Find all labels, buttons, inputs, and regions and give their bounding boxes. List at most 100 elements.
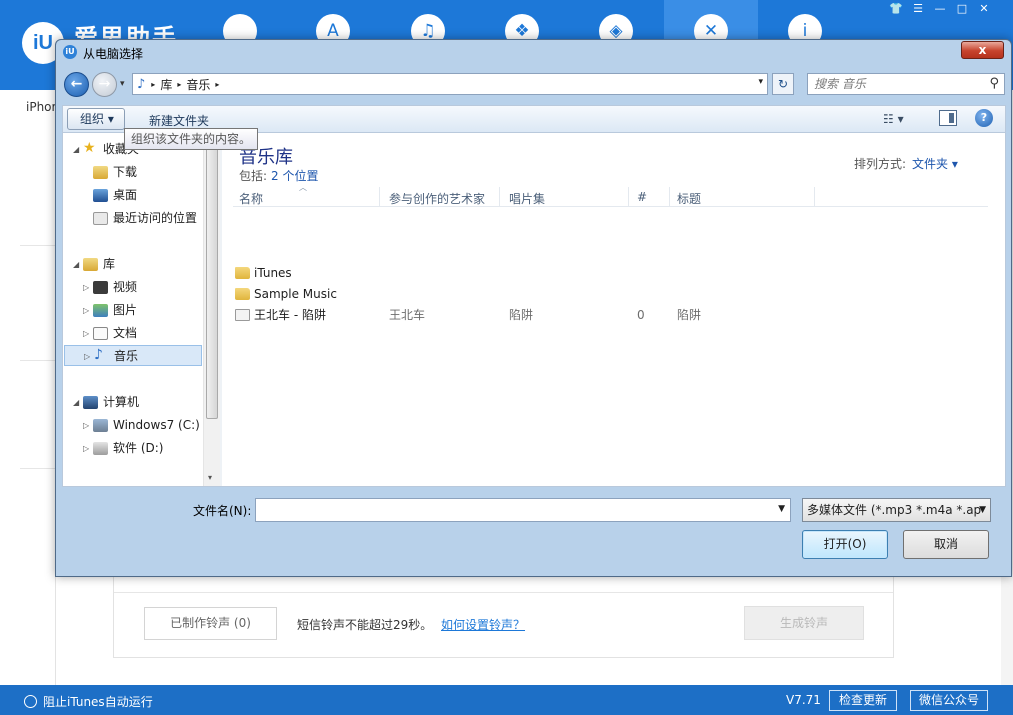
divider [20, 360, 56, 361]
filename-dropdown-icon[interactable]: ▼ [778, 504, 785, 514]
column-divider[interactable] [628, 187, 629, 207]
view-options-button[interactable]: ☷ ▾ [883, 112, 904, 126]
breadcrumb-separator-icon[interactable]: ▸ [215, 80, 219, 89]
collapsed-arrow-icon[interactable]: ▷ [83, 323, 89, 344]
recent-places-icon [93, 212, 108, 225]
collapsed-arrow-icon[interactable]: ▷ [83, 438, 89, 459]
breadcrumb-separator-icon[interactable]: ▸ [177, 80, 181, 89]
generate-ringtone-button[interactable]: 生成铃声 [744, 606, 864, 640]
drive-icon [93, 442, 108, 455]
menu-icon[interactable]: ☰ [907, 2, 929, 15]
video-icon [93, 281, 108, 294]
address-bar[interactable]: ♪ ▸ 库 ▸ 音乐 ▸ ▾ [132, 73, 768, 95]
column-artist[interactable]: 参与创作的艺术家 [389, 190, 485, 207]
scroll-thumb[interactable] [206, 147, 218, 419]
back-button[interactable]: ← [64, 72, 89, 97]
search-icon[interactable]: ⚲ [989, 76, 999, 91]
device-label[interactable]: iPhor [26, 100, 56, 114]
address-dropdown-icon[interactable]: ▾ [758, 77, 763, 87]
nav-item-desktop[interactable]: 桌面 [63, 185, 221, 206]
wechat-button[interactable]: 微信公众号 [910, 690, 988, 711]
refresh-button[interactable]: ↻ [772, 73, 794, 95]
filename-label: 文件名(N): [193, 504, 252, 518]
collapsed-arrow-icon[interactable]: ▷ [83, 277, 89, 298]
folder-icon [235, 288, 250, 300]
expanded-arrow-icon[interactable]: ◢ [73, 139, 79, 160]
breadcrumb-music[interactable]: 音乐 [186, 76, 210, 93]
forward-button[interactable]: → [92, 72, 117, 97]
block-itunes-toggle[interactable]: 阻止iTunes自动运行 [24, 693, 153, 710]
nav-item-drive-d[interactable]: ▷ 软件 (D:) [63, 438, 221, 459]
column-name[interactable]: 名称 [239, 190, 263, 207]
nav-label: Windows7 (C:) [113, 418, 200, 432]
breadcrumb-separator-icon[interactable]: ▸ [151, 80, 155, 89]
column-track[interactable]: # [637, 190, 647, 204]
howto-link[interactable]: 如何设置铃声？ [441, 616, 525, 633]
arrange-label: 排列方式: [854, 157, 907, 171]
nav-item-documents[interactable]: ▷ 文档 [63, 323, 221, 344]
collapsed-arrow-icon[interactable]: ▷ [83, 300, 89, 321]
scroll-down-icon[interactable]: ▾ [208, 473, 212, 482]
preview-pane-icon[interactable] [939, 110, 957, 126]
open-button[interactable]: 打开(O) [802, 530, 888, 559]
nav-item-computer[interactable]: ◢ 计算机 [63, 392, 221, 413]
nav-label: 音乐 [114, 349, 139, 363]
column-divider[interactable] [499, 187, 500, 207]
arrange-dropdown[interactable]: 文件夹 ▾ [912, 157, 958, 171]
nav-item-recent[interactable]: 最近访问的位置 [63, 208, 221, 229]
star-icon: ★ [83, 140, 96, 156]
file-name: Sample Music [254, 287, 337, 301]
nav-item-music[interactable]: ▷ ♪ 音乐 [64, 345, 202, 366]
column-divider[interactable] [379, 187, 380, 207]
filename-input[interactable] [256, 499, 766, 521]
close-icon[interactable]: ✕ [973, 2, 995, 15]
pane-splitter[interactable] [220, 133, 222, 486]
column-header: ︿ 名称 参与创作的艺术家 唱片集 # 标题 [233, 183, 988, 207]
nav-item-downloads[interactable]: 下载 [63, 162, 221, 183]
skin-icon[interactable]: 👕 [885, 2, 907, 15]
includes-locations-link[interactable]: 2 个位置 [271, 169, 318, 183]
filetype-select[interactable]: 多媒体文件 (*.mp3 *.m4a *.ap ▼ [802, 498, 991, 522]
breadcrumb-library[interactable]: 库 [160, 76, 172, 93]
dialog-titlebar[interactable]: iU 从电脑选择 x [56, 40, 1011, 64]
column-album[interactable]: 唱片集 [509, 190, 545, 207]
help-icon[interactable]: ? [975, 109, 993, 127]
expanded-arrow-icon[interactable]: ◢ [73, 254, 79, 275]
nav-scrollbar[interactable]: ▴ ▾ [203, 133, 220, 486]
column-divider[interactable] [669, 187, 670, 207]
history-dropdown-icon[interactable]: ▾ [120, 79, 125, 89]
made-ringtones-button[interactable]: 已制作铃声 (0) [144, 607, 277, 640]
dialog-body: ◢ ★ 收藏夹 下载 桌面 最近访问的位置 ◢ 库 ▷ 视频 ▷ 图片 ▷ 文档… [62, 132, 1006, 487]
filetype-dropdown-icon[interactable]: ▼ [979, 499, 986, 521]
nav-label: 计算机 [103, 395, 140, 409]
organize-button[interactable]: 组织 ▾ [67, 108, 125, 130]
minimize-icon[interactable]: — [929, 2, 951, 15]
file-row[interactable]: Sample Music [233, 284, 988, 305]
radio-icon[interactable] [24, 695, 37, 708]
dialog-close-button[interactable]: x [961, 41, 1004, 59]
nav-item-libraries[interactable]: ◢ 库 [63, 254, 221, 275]
check-update-button[interactable]: 检查更新 [829, 690, 897, 711]
collapsed-arrow-icon[interactable]: ▷ [84, 346, 90, 367]
search-input[interactable] [808, 74, 978, 94]
column-divider[interactable] [814, 187, 815, 207]
cancel-button[interactable]: 取消 [903, 530, 989, 559]
app-window-controls: 👕 ☰ — □ ✕ [885, 2, 995, 15]
content-pane: 音乐库 包括: 2 个位置 排列方式: 文件夹 ▾ ︿ 名称 参与创作的艺术家 唱片… [223, 133, 1005, 486]
collapsed-arrow-icon[interactable]: ▷ [83, 415, 89, 436]
nav-item-videos[interactable]: ▷ 视频 [63, 277, 221, 298]
sms-hint: 短信铃声不能超过29秒。 [297, 618, 433, 632]
file-row[interactable]: iTunes [233, 263, 988, 284]
filetype-value: 多媒体文件 (*.mp3 *.m4a *.ap [807, 503, 982, 517]
maximize-icon[interactable]: □ [951, 2, 973, 15]
nav-item-pictures[interactable]: ▷ 图片 [63, 300, 221, 321]
new-folder-button[interactable]: 新建文件夹 [149, 112, 209, 129]
documents-icon [93, 327, 108, 340]
file-row[interactable]: 王北车 - 陷阱 王北车 陷阱 0 陷阱 [233, 305, 988, 326]
expanded-arrow-icon[interactable]: ◢ [73, 392, 79, 413]
library-icon [83, 258, 98, 271]
nav-label: 最近访问的位置 [113, 211, 198, 225]
nav-item-drive-c[interactable]: ▷ Windows7 (C:) [63, 415, 221, 436]
column-title[interactable]: 标题 [677, 190, 701, 207]
file-artist: 王北车 [389, 308, 426, 322]
